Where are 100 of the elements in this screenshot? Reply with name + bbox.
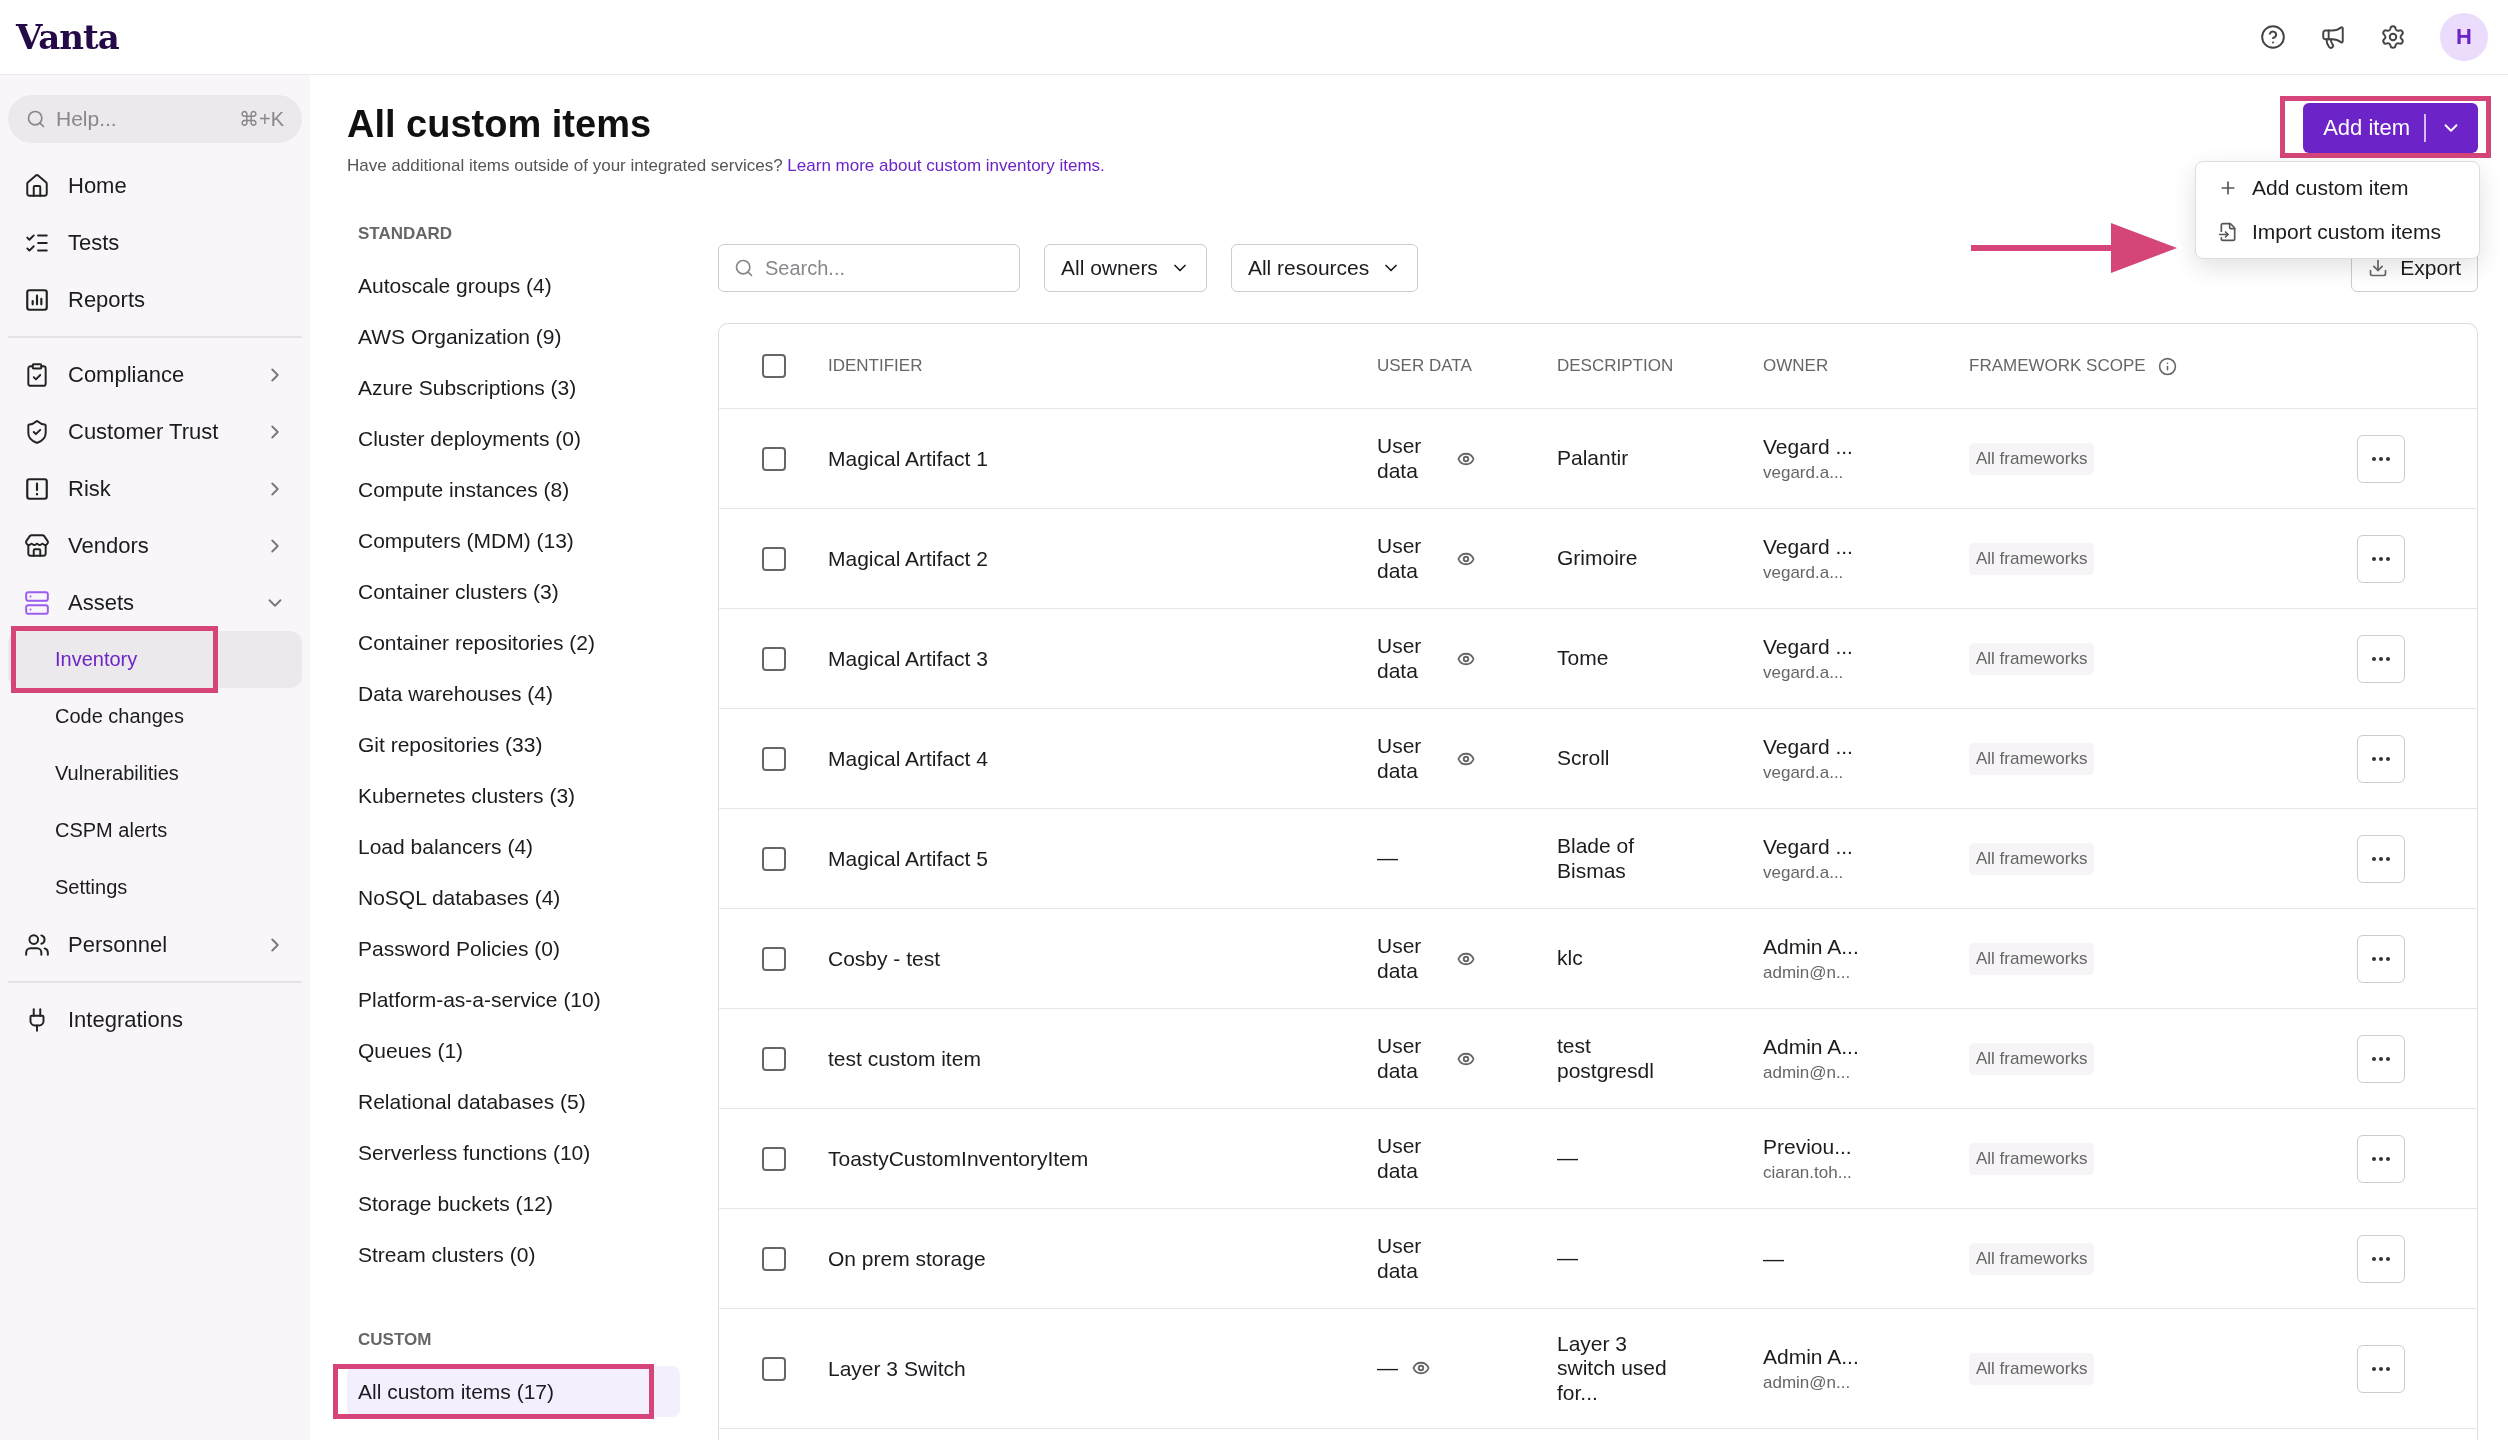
- info-icon: [2157, 356, 2177, 376]
- more-icon: [2372, 1366, 2390, 1371]
- row-checkbox[interactable]: [761, 446, 786, 471]
- filter-dropdown[interactable]: All owners: [1044, 244, 1207, 292]
- nav-item[interactable]: Vendors: [8, 517, 302, 574]
- category-item[interactable]: Container clusters (3): [347, 566, 680, 617]
- table-cell-text: Palantir: [1557, 446, 1630, 471]
- nav-item[interactable]: Integrations: [8, 991, 302, 1048]
- users-icon: [24, 931, 50, 958]
- owner-email: vegard.a...: [1763, 662, 1845, 683]
- search-field[interactable]: Search...: [718, 244, 1020, 292]
- category-item[interactable]: Azure Subscriptions (3): [347, 362, 680, 413]
- category-item[interactable]: NoSQL databases (4): [347, 872, 680, 923]
- clipboard-check-icon: [24, 361, 50, 388]
- owner-email: admin@n...: [1763, 962, 1852, 983]
- column-header: DESCRIPTION: [1557, 356, 1675, 376]
- category-item[interactable]: Data warehouses (4): [347, 668, 680, 719]
- row-checkbox[interactable]: [761, 946, 786, 971]
- nav-item[interactable]: Tests: [8, 214, 302, 271]
- column-header: FRAMEWORK SCOPE: [1969, 356, 2357, 376]
- category-item[interactable]: Password Policies (0): [347, 923, 680, 974]
- scope-tag: All frameworks: [1969, 1242, 2095, 1275]
- server-icon: [24, 589, 50, 616]
- category-item[interactable]: Storage buckets (12): [347, 1178, 680, 1229]
- avatar[interactable]: H: [2440, 13, 2488, 61]
- owner-name: Vegard ...: [1763, 734, 1854, 759]
- nav-item[interactable]: Reports: [8, 271, 302, 328]
- settings-icon[interactable]: [2380, 24, 2406, 50]
- nav-item[interactable]: Personnel: [8, 916, 302, 973]
- table-cell-text: Tome: [1557, 646, 1610, 671]
- table-cell-text: On prem storage: [828, 1246, 987, 1271]
- nav-item[interactable]: Risk: [8, 460, 302, 517]
- owner-email: admin@n...: [1763, 1372, 1852, 1393]
- nav-subitem[interactable]: Inventory: [8, 631, 302, 688]
- table-cell-text: User data: [1377, 734, 1423, 783]
- table-cell-text: Grimoire: [1557, 546, 1639, 571]
- row-checkbox[interactable]: [761, 746, 786, 771]
- owner-email: ciaran.toh...: [1763, 1162, 1853, 1183]
- category-item[interactable]: Container repositories (2): [347, 617, 680, 668]
- nav-item[interactable]: Assets: [8, 574, 302, 631]
- nav-subitem[interactable]: CSPM alerts: [8, 802, 302, 859]
- table-cell-text: Magical Artifact 1: [828, 446, 989, 471]
- shortcut-hint: ⌘+K: [238, 107, 284, 131]
- help-icon[interactable]: [2260, 24, 2286, 50]
- select-all-checkbox[interactable]: [761, 354, 786, 378]
- category-item[interactable]: Relational databases (5): [347, 1076, 680, 1127]
- owner-name: Vegard ...: [1763, 634, 1854, 659]
- category-item[interactable]: Cluster deployments (0): [347, 413, 680, 464]
- file-import-icon: [2218, 222, 2238, 242]
- category-item[interactable]: Queues (1): [347, 1025, 680, 1076]
- nav-item[interactable]: Compliance: [8, 346, 302, 403]
- category-item[interactable]: Kubernetes clusters (3): [347, 770, 680, 821]
- nav-subitem[interactable]: Settings: [8, 859, 302, 916]
- nav-item[interactable]: Customer Trust: [8, 403, 302, 460]
- nav-subitem[interactable]: Vulnerabilities: [8, 745, 302, 802]
- row-checkbox[interactable]: [761, 646, 786, 671]
- owner-name: Vegard ...: [1763, 434, 1854, 459]
- table-cell-text: —: [1557, 1146, 1579, 1171]
- owner-name: Previou...: [1763, 1134, 1853, 1159]
- owner-email: vegard.a...: [1763, 462, 1845, 483]
- category-item[interactable]: Git repositories (33): [347, 719, 680, 770]
- table-cell-text: User data: [1377, 534, 1423, 583]
- logo[interactable]: Vanta: [16, 17, 119, 57]
- page-title: All custom items: [347, 103, 653, 146]
- table-cell: —: [1377, 846, 1398, 871]
- category-item[interactable]: Compute instances (8): [347, 464, 680, 515]
- table-cell-text: test postgresdl: [1557, 1034, 1655, 1083]
- learn-more-link[interactable]: Learn more about custom inventory items.: [787, 156, 1105, 175]
- column-header: USER DATA: [1377, 356, 1473, 376]
- owner-name: Vegard ...: [1763, 834, 1854, 859]
- table-cell-text: Blade of Bismas: [1557, 834, 1636, 883]
- row-checkbox[interactable]: [761, 846, 786, 871]
- owner-name: Vegard ...: [1763, 534, 1854, 559]
- category-item[interactable]: Serverless functions (10): [347, 1127, 680, 1178]
- home-icon: [24, 172, 50, 199]
- nav-subitem[interactable]: Code changes: [8, 688, 302, 745]
- row-checkbox[interactable]: [761, 546, 786, 571]
- category-item[interactable]: AWS Organization (9): [347, 311, 680, 362]
- table-cell-text: Layer 3 Switch: [828, 1356, 967, 1381]
- category-item[interactable]: Platform-as-a-service (10): [347, 974, 680, 1025]
- row-checkbox[interactable]: [761, 1356, 786, 1381]
- category-item[interactable]: Computers (MDM) (13): [347, 515, 680, 566]
- owner-email: vegard.a...: [1763, 562, 1845, 583]
- more-icon: [2372, 556, 2390, 561]
- category-item[interactable]: Autoscale groups (4): [347, 260, 680, 311]
- nav-item[interactable]: Home: [8, 157, 302, 214]
- table-cell-text: Magical Artifact 3: [828, 646, 989, 671]
- category-item[interactable]: Stream clusters (0): [347, 1229, 680, 1280]
- add-item-button[interactable]: Add item: [2303, 103, 2478, 153]
- alert-square-icon: [24, 475, 50, 502]
- menu-item[interactable]: Add custom item: [2196, 166, 2479, 210]
- category-item[interactable]: Load balancers (4): [347, 821, 680, 872]
- megaphone-icon[interactable]: [2320, 24, 2346, 50]
- row-checkbox[interactable]: [761, 1146, 786, 1171]
- row-checkbox[interactable]: [761, 1046, 786, 1071]
- search-icon: [734, 258, 754, 278]
- filter-dropdown[interactable]: All resources: [1230, 244, 1419, 292]
- category-heading: STANDARD: [357, 224, 454, 244]
- table-cell-text: ToastyCustomInventoryItem: [828, 1146, 1090, 1171]
- row-checkbox[interactable]: [761, 1246, 786, 1271]
